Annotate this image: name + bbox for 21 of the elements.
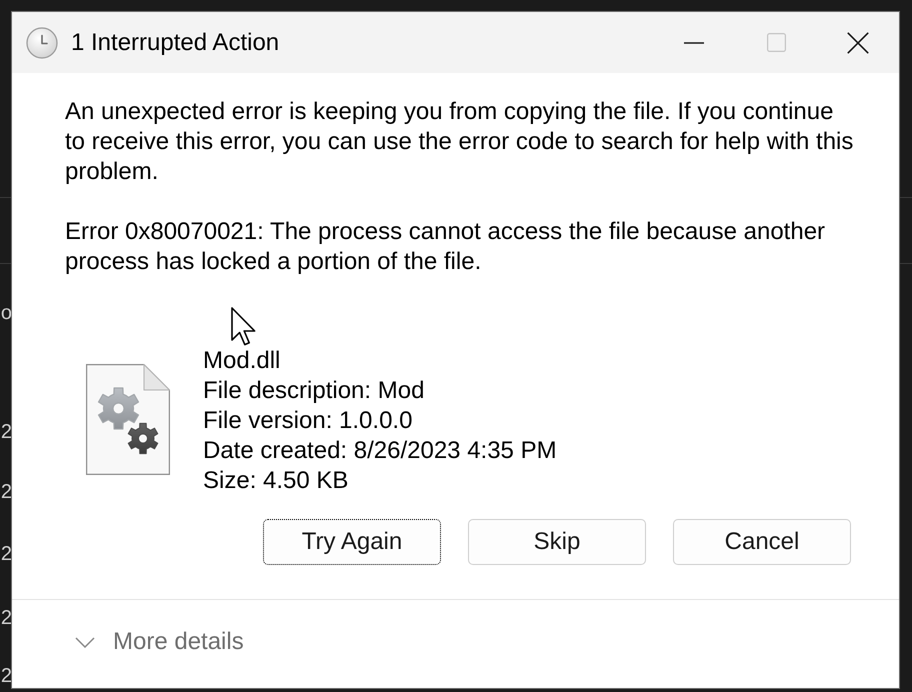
file-detail: File version: 1.0.0.0 — [203, 406, 414, 436]
try-again-button[interactable]: Try Again — [263, 519, 441, 565]
file-gears-icon — [86, 364, 170, 475]
error-code-text: Error 0x80070021: The process cannot access the file because another process has locked a portion of the file. — [65, 217, 826, 277]
clock-icon — [26, 26, 58, 58]
text-fragment: o — [0, 301, 12, 326]
error-message: An unexpected error is keeping you from copying the file. If you continue to receive this error, you can use the error code to search for help with this problem. — [65, 97, 854, 187]
text-fragment: 2 — [0, 606, 12, 631]
more-details-button[interactable]: More details — [75, 627, 244, 657]
cancel-button[interactable]: Cancel — [673, 519, 851, 565]
text-fragment: 2 — [0, 542, 12, 567]
text-fragment: 2 — [0, 664, 12, 689]
mouse-pointer-icon — [231, 307, 256, 346]
file-name: Mod.dll — [203, 346, 282, 376]
text-fragment: 2 — [0, 420, 12, 445]
file-detail: Size: 4.50 KB — [203, 466, 350, 496]
text-fragment: 2 — [0, 480, 12, 505]
window-title: 1 Interrupted Action — [71, 28, 280, 58]
file-detail: File description: Mod — [203, 376, 426, 406]
file-detail: Date created: 8/26/2023 4:35 PM — [203, 436, 557, 466]
skip-button[interactable]: Skip — [468, 519, 646, 565]
